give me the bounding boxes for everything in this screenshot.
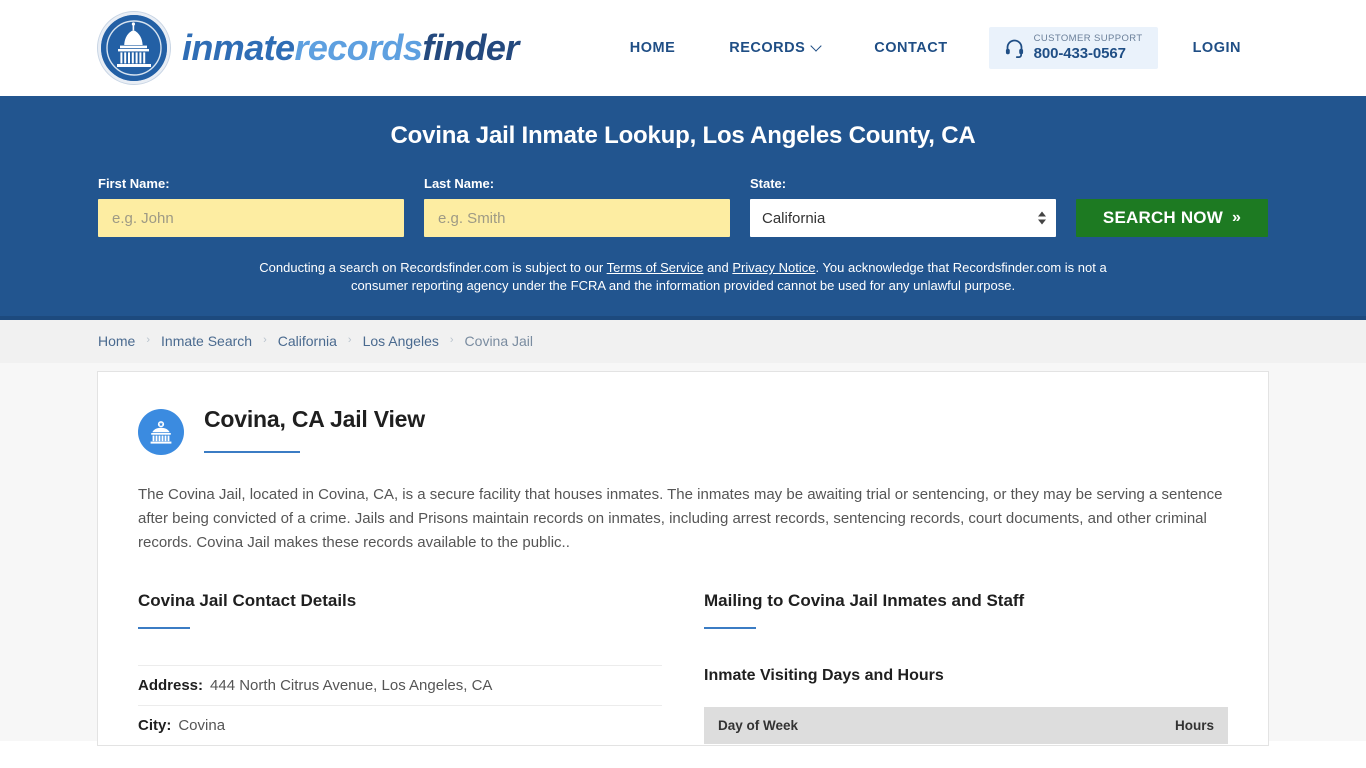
table-col-day-of-week: Day of Week: [704, 706, 1028, 744]
table-col-hours: Hours: [1027, 706, 1228, 744]
customer-support-box[interactable]: CUSTOMER SUPPORT 800-433-0567: [988, 26, 1158, 70]
detail-value-city: Covina: [178, 716, 226, 734]
jail-building-icon: [138, 408, 184, 455]
detail-key-city: City:: [138, 716, 172, 734]
nav-contact[interactable]: CONTACT: [847, 30, 974, 66]
nav-home-label: HOME: [629, 39, 676, 56]
brand-part-1: inmate: [182, 27, 295, 68]
contact-details-heading: Covina Jail Contact Details: [138, 590, 357, 610]
inmate-search-form: First Name: Last Name: State: California…: [98, 176, 1268, 237]
headset-icon: [1004, 37, 1025, 59]
breadcrumb-item-california[interactable]: California: [278, 333, 337, 349]
detail-columns: Covina Jail Contact Details Address: 444 …: [138, 591, 1228, 745]
disclaimer-text-mid: and: [703, 260, 733, 275]
state-field-group: State: California: [750, 176, 1056, 237]
site-header: inmaterecordsfinder HOME RECORDS CONTACT: [0, 0, 1366, 96]
mailing-accent-rule: [704, 626, 756, 629]
page-title: Covina Jail Inmate Lookup, Los Angeles C…: [390, 122, 976, 149]
breadcrumb: Home › Inmate Search › California › Los …: [0, 319, 1366, 363]
contact-accent-rule: [138, 626, 190, 629]
contact-details-list: Address: 444 North Citrus Avenue, Los Ang…: [138, 664, 662, 745]
first-name-label: First Name:: [98, 176, 170, 191]
detail-row-address: Address: 444 North Citrus Avenue, Los Ang…: [138, 664, 662, 705]
state-select[interactable]: California: [750, 199, 1056, 237]
jail-view-title: Covina, CA Jail View: [204, 405, 425, 432]
title-accent-rule: [204, 450, 300, 453]
nav-login[interactable]: LOGIN: [1166, 30, 1268, 66]
search-now-label: SEARCH NOW: [1102, 208, 1223, 227]
last-name-field-group: Last Name:: [424, 176, 730, 237]
breadcrumb-separator-icon: ›: [449, 334, 454, 347]
brand-part-2: records: [294, 27, 423, 68]
contact-details-section: Covina Jail Contact Details Address: 444 …: [138, 591, 662, 745]
last-name-input[interactable]: [424, 199, 730, 237]
breadcrumb-item-covina-jail: Covina Jail: [464, 333, 534, 350]
breadcrumb-separator-icon: ›: [263, 334, 267, 347]
breadcrumb-separator-icon: ›: [146, 334, 151, 347]
search-banner: Covina Jail Inmate Lookup, Los Angeles C…: [0, 96, 1366, 320]
breadcrumb-item-inmate-search[interactable]: Inmate Search: [161, 333, 252, 349]
double-chevron-right-icon: »: [1231, 209, 1242, 226]
breadcrumb-separator-icon: ›: [347, 334, 352, 347]
site-logo[interactable]: inmaterecordsfinder: [98, 12, 519, 84]
detail-key-address: Address:: [138, 676, 204, 694]
breadcrumb-item-home[interactable]: Home: [98, 333, 135, 349]
jail-intro-paragraph: The Covina Jail, located in Covina, CA, …: [138, 485, 1223, 551]
first-name-input[interactable]: [98, 199, 404, 237]
page-body: Covina, CA Jail View The Covina Jail, lo…: [0, 362, 1366, 746]
nav-records-label: RECORDS: [729, 39, 806, 56]
nav-contact-label: CONTACT: [874, 39, 948, 56]
detail-value-address: 444 North Citrus Avenue, Los Angeles, CA: [210, 676, 493, 694]
nav-records[interactable]: RECORDS: [702, 30, 847, 66]
brand-part-3: finder: [422, 27, 519, 68]
mailing-visiting-section: Mailing to Covina Jail Inmates and Staff…: [704, 591, 1228, 745]
table-header-row: Day of Week Hours: [704, 706, 1228, 744]
brand-wordmark: inmaterecordsfinder: [182, 27, 519, 69]
last-name-label: Last Name:: [424, 176, 495, 191]
card-header: Covina, CA Jail View: [138, 406, 1228, 455]
support-phone: 800-433-0567: [1033, 44, 1126, 62]
main-navigation: HOME RECORDS CONTACT CUSTOMER SUPPORT 80…: [603, 26, 1268, 70]
mailing-heading: Mailing to Covina Jail Inmates and Staff: [704, 590, 1025, 610]
support-label: CUSTOMER SUPPORT: [1033, 32, 1143, 44]
search-disclaimer: Conducting a search on Recordsfinder.com…: [253, 259, 1113, 296]
visiting-hours-table: Day of Week Hours: [704, 706, 1228, 744]
detail-row-city: City: Covina: [138, 704, 662, 745]
jail-detail-card: Covina, CA Jail View The Covina Jail, lo…: [97, 370, 1269, 746]
breadcrumb-list: Home › Inmate Search › California › Los …: [98, 333, 533, 349]
nav-home[interactable]: HOME: [603, 30, 703, 66]
disclaimer-text-1: Conducting a search on Recordsfinder.com…: [259, 260, 607, 275]
capitol-dome-icon: [98, 12, 170, 84]
terms-of-service-link[interactable]: Terms of Service: [607, 260, 704, 275]
first-name-field-group: First Name:: [98, 176, 404, 237]
breadcrumb-item-los-angeles[interactable]: Los Angeles: [363, 333, 439, 349]
visiting-hours-heading: Inmate Visiting Days and Hours: [704, 666, 944, 684]
chevron-down-icon: [810, 40, 822, 52]
state-label: State:: [750, 176, 787, 191]
search-now-button[interactable]: SEARCH NOW »: [1076, 199, 1268, 237]
nav-login-label: LOGIN: [1192, 39, 1241, 56]
privacy-notice-link[interactable]: Privacy Notice: [732, 260, 815, 275]
